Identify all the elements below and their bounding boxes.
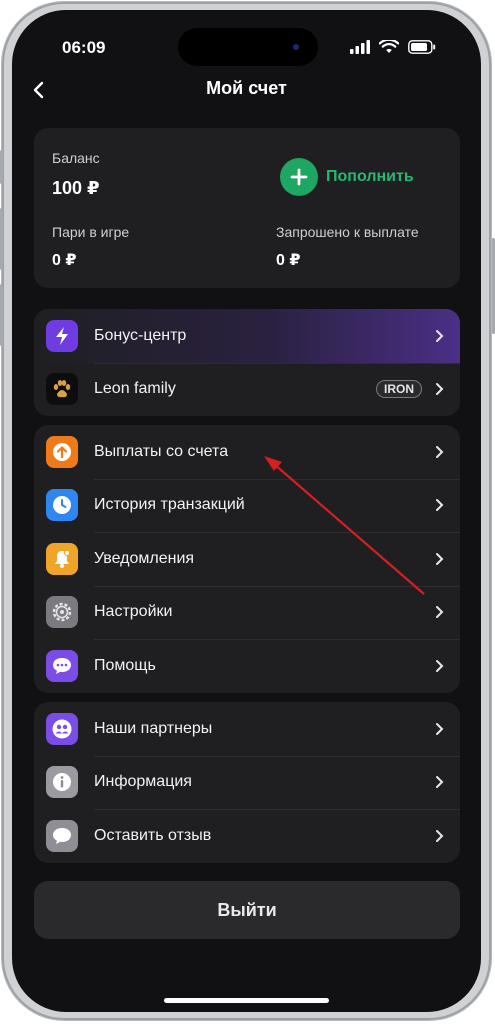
lightning-icon	[46, 319, 78, 352]
screen: 06:09 Мой счет Баланс 100 ₽ Пополнить Па…	[12, 10, 481, 1012]
bell-icon	[46, 542, 78, 575]
home-indicator	[164, 998, 329, 1003]
chevron-right-icon	[432, 329, 446, 343]
volume-up-button	[0, 208, 3, 270]
menu-item-notifications[interactable]: Уведомления	[34, 532, 460, 586]
mute-switch	[0, 150, 3, 184]
menu-item-label: Информация	[94, 773, 192, 791]
chat-bubble-icon	[46, 649, 78, 682]
status-badge: IRON	[376, 380, 422, 399]
paw-icon	[46, 373, 78, 406]
info-icon	[46, 766, 78, 799]
status-icons	[350, 40, 436, 54]
menu-item-help[interactable]: Помощь	[34, 639, 460, 693]
withdraw-requested-label: Запрошено к выплате	[276, 224, 419, 240]
menu-group-bonus: Бонус-центр Leon family IRON	[34, 309, 460, 416]
chevron-right-icon	[432, 605, 446, 619]
signal-icon	[350, 40, 370, 54]
balance-label: Баланс	[52, 150, 100, 166]
arrow-up-circle-icon	[46, 435, 78, 468]
menu-item-label: Настройки	[94, 603, 173, 621]
menu-item-label: Наши партнеры	[94, 719, 213, 737]
chevron-right-icon	[432, 498, 446, 512]
gear-icon	[46, 596, 78, 629]
logout-button[interactable]: Выйти	[34, 881, 460, 939]
page-title: Мой счет	[206, 78, 287, 98]
menu-item-label: Leon family	[94, 380, 176, 398]
plus-icon	[280, 158, 318, 196]
bets-value: 0 ₽	[52, 252, 77, 269]
clock-icon	[46, 489, 78, 522]
chevron-right-icon	[432, 552, 446, 566]
withdraw-requested-value: 0 ₽	[276, 252, 301, 269]
speech-bubble-icon	[46, 819, 78, 852]
volume-down-button	[0, 284, 3, 346]
menu-item-label: Оставить отзыв	[94, 826, 212, 844]
bets-label: Пари в игре	[52, 224, 130, 240]
chevron-right-icon	[432, 445, 446, 459]
menu-item-information[interactable]: Информация	[34, 755, 460, 810]
chevron-right-icon	[432, 722, 446, 736]
balance-card: Баланс 100 ₽ Пополнить Пари в игре 0 ₽ З…	[34, 128, 460, 288]
chevron-right-icon	[432, 382, 446, 396]
chevron-right-icon	[432, 775, 446, 789]
menu-item-withdrawals[interactable]: Выплаты со счета	[34, 425, 460, 479]
wifi-icon	[379, 40, 399, 53]
menu-item-leon-family[interactable]: Leon family IRON	[34, 362, 460, 417]
menu-item-label: Выплаты со счета	[94, 442, 229, 460]
menu-item-transaction-history[interactable]: История транзакций	[34, 478, 460, 533]
menu-group-info: Наши партнеры Информация Оставить отзыв	[34, 702, 460, 863]
menu-item-settings[interactable]: Настройки	[34, 585, 460, 640]
chevron-right-icon	[432, 829, 446, 843]
menu-item-bonus-center[interactable]: Бонус-центр	[34, 309, 460, 363]
balance-value: 100 ₽	[52, 178, 100, 198]
menu-item-label: Бонус-центр	[94, 326, 187, 344]
menu-item-label: Уведомления	[94, 549, 195, 567]
topup-button[interactable]: Пополнить	[280, 158, 414, 196]
people-icon	[46, 712, 78, 745]
topup-label: Пополнить	[326, 168, 414, 185]
menu-item-leave-review[interactable]: Оставить отзыв	[34, 809, 460, 863]
menu-item-label: Помощь	[94, 656, 156, 674]
dynamic-island	[178, 28, 318, 66]
menu-item-partners[interactable]: Наши партнеры	[34, 702, 460, 756]
battery-icon	[408, 40, 436, 54]
status-time: 06:09	[62, 38, 106, 57]
menu-item-label: История транзакций	[94, 496, 245, 514]
menu-group-account: Выплаты со счета История транзакций Увед…	[34, 425, 460, 693]
chevron-right-icon	[432, 659, 446, 673]
